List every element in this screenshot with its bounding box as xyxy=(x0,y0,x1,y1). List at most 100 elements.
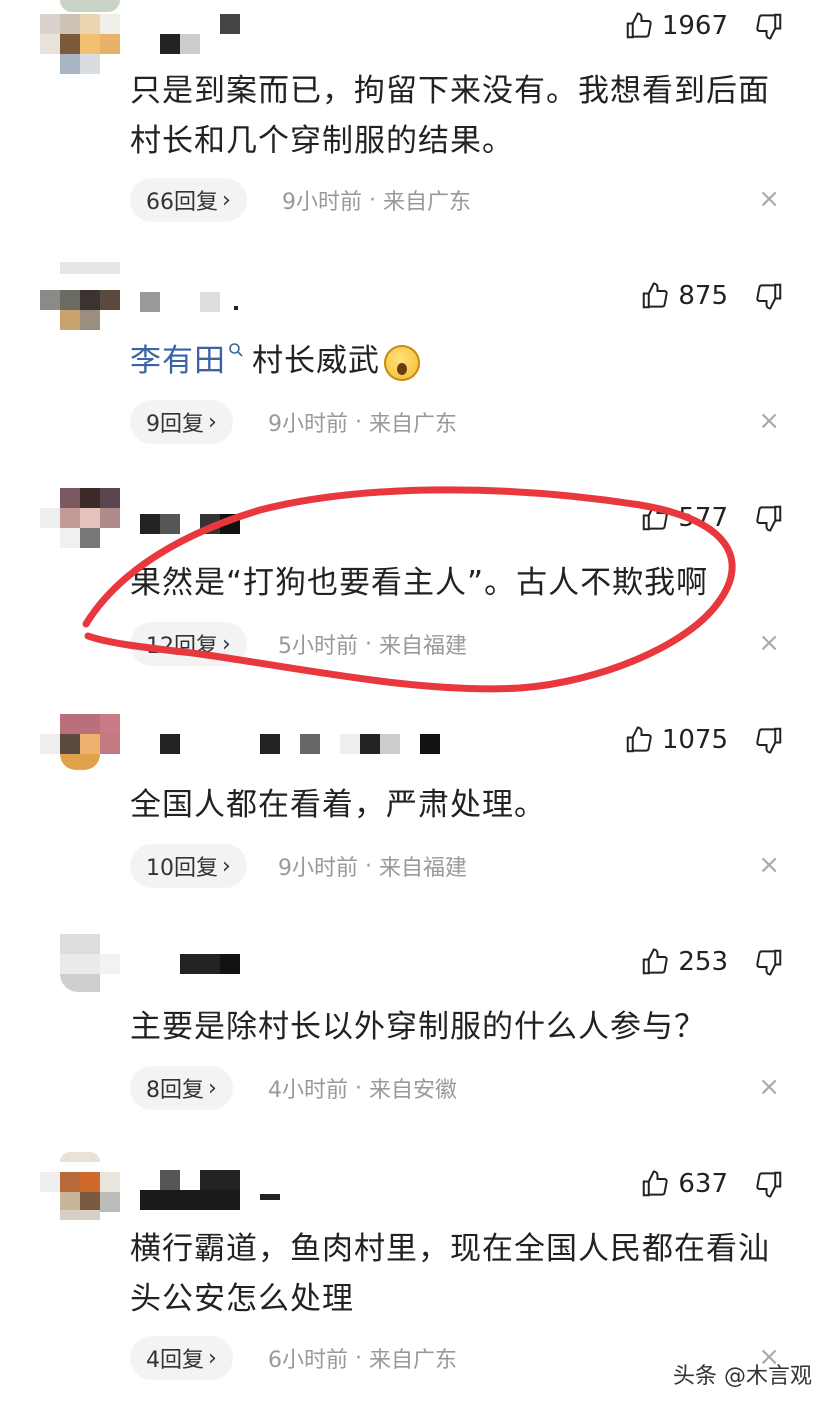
chevron-right-icon: › xyxy=(222,853,231,879)
comment-meta: 5小时前 · 来自福建 xyxy=(278,622,467,666)
username-redacted[interactable] xyxy=(140,514,250,536)
replies-button[interactable]: 10回复 › xyxy=(130,844,247,888)
comment-time: 5小时前 xyxy=(278,634,358,659)
comment-text: 主要是除村长以外穿制服的什么人参与？ xyxy=(130,1009,706,1045)
meta-separator: · xyxy=(365,631,372,657)
thumbs-down-icon xyxy=(756,1171,782,1198)
avatar[interactable] xyxy=(40,262,120,342)
comment-meta: 9小时前 · 来自福建 xyxy=(278,844,467,888)
chevron-right-icon: › xyxy=(222,187,231,213)
replies-count: 66回复 xyxy=(146,190,218,215)
comment-location: 来自广东 xyxy=(369,412,458,437)
shocked-emoji-icon xyxy=(384,344,420,381)
replies-count: 4回复 xyxy=(146,1348,204,1373)
like-button[interactable]: 1967 xyxy=(624,6,728,46)
dislike-button[interactable] xyxy=(754,11,784,45)
comment-meta: 6小时前 · 来自广东 xyxy=(268,1336,457,1380)
thumbs-up-icon xyxy=(643,282,669,309)
comment-location: 来自福建 xyxy=(379,856,468,881)
thumbs-down-icon xyxy=(756,13,782,40)
dislike-button[interactable] xyxy=(754,281,784,315)
replies-button[interactable]: 4回复 › xyxy=(130,1336,233,1380)
comment-location: 来自广东 xyxy=(383,190,472,215)
thumbs-down-icon xyxy=(756,949,782,976)
replies-button[interactable]: 8回复 › xyxy=(130,1066,233,1110)
watermark: 头条 @木言观 xyxy=(673,1364,812,1389)
username-redacted[interactable] xyxy=(140,14,250,54)
comment-location: 来自福建 xyxy=(379,634,468,659)
replies-count: 9回复 xyxy=(146,412,204,437)
thumbs-up-icon xyxy=(643,504,669,531)
comment-text: 横行霸道，鱼肉村里，现在全国人民都在看汕头公安怎么处理 xyxy=(130,1231,770,1317)
chevron-right-icon: › xyxy=(208,409,217,435)
dislike-button[interactable] xyxy=(754,725,784,759)
meta-separator: · xyxy=(355,409,362,435)
close-icon[interactable]: × xyxy=(758,406,780,436)
thumbs-up-icon xyxy=(626,726,652,753)
dislike-button[interactable] xyxy=(754,503,784,537)
like-count: 253 xyxy=(678,947,728,977)
thumbs-down-icon xyxy=(756,505,782,532)
replies-count: 12回复 xyxy=(146,634,218,659)
like-count: 875 xyxy=(678,281,728,311)
like-count: 1075 xyxy=(661,725,728,755)
comment-location: 来自广东 xyxy=(369,1348,458,1373)
like-count: 577 xyxy=(678,503,728,533)
meta-separator: · xyxy=(365,853,372,879)
avatar[interactable] xyxy=(40,714,120,794)
comment-meta: 9小时前 · 来自广东 xyxy=(268,400,457,444)
replies-count: 10回复 xyxy=(146,856,218,881)
comment-time: 9小时前 xyxy=(282,190,362,215)
comment-meta: 9小时前 · 来自广东 xyxy=(282,178,471,222)
comment-time: 6小时前 xyxy=(268,1348,348,1373)
chevron-right-icon: › xyxy=(208,1075,217,1101)
chevron-right-icon: › xyxy=(222,631,231,657)
comment-text: 果然是“打狗也要看主人”。古人不欺我啊 xyxy=(130,565,709,601)
comment-text: 全国人都在看着，严肃处理。 xyxy=(130,787,546,823)
comment-time: 9小时前 xyxy=(278,856,358,881)
thumbs-up-icon xyxy=(643,1170,669,1197)
meta-separator: · xyxy=(355,1075,362,1101)
avatar[interactable] xyxy=(40,488,120,568)
close-icon[interactable]: × xyxy=(758,628,780,658)
replies-button[interactable]: 66回复 › xyxy=(130,178,247,222)
meta-separator: · xyxy=(369,187,376,213)
close-icon[interactable]: × xyxy=(758,184,780,214)
dislike-button[interactable] xyxy=(754,1169,784,1203)
replies-count: 8回复 xyxy=(146,1078,204,1103)
like-button[interactable]: 875 xyxy=(640,276,728,316)
replies-button[interactable]: 12回复 › xyxy=(130,622,247,666)
mention-link[interactable]: 李有田 xyxy=(130,343,226,379)
like-button[interactable]: 577 xyxy=(640,498,728,538)
username-redacted[interactable] xyxy=(140,1170,280,1214)
chevron-right-icon: › xyxy=(208,1345,217,1371)
like-button[interactable]: 1075 xyxy=(624,720,728,760)
comment-body: 村长威武 xyxy=(252,343,380,379)
avatar[interactable] xyxy=(40,0,120,74)
close-icon[interactable]: × xyxy=(758,850,780,880)
meta-separator: · xyxy=(355,1345,362,1371)
avatar[interactable] xyxy=(40,934,120,1014)
comment-meta: 4小时前 · 来自安徽 xyxy=(268,1066,457,1110)
comment-location: 来自安徽 xyxy=(369,1078,458,1103)
like-count: 637 xyxy=(678,1169,728,1199)
comment-time: 9小时前 xyxy=(268,412,348,437)
like-count: 1967 xyxy=(661,11,728,41)
thumbs-down-icon xyxy=(756,283,782,310)
thumbs-down-icon xyxy=(756,727,782,754)
avatar[interactable] xyxy=(40,1152,120,1232)
replies-button[interactable]: 9回复 › xyxy=(130,400,233,444)
username-redacted[interactable] xyxy=(140,954,250,976)
username-redacted[interactable] xyxy=(140,734,440,756)
emoji-mouth xyxy=(397,362,407,375)
username-redacted[interactable] xyxy=(140,292,250,314)
comment-text: 李有田 村长威武 xyxy=(130,336,790,386)
like-button[interactable]: 253 xyxy=(640,942,728,982)
comment-time: 4小时前 xyxy=(268,1078,348,1103)
like-button[interactable]: 637 xyxy=(640,1164,728,1204)
thumbs-up-icon xyxy=(643,948,669,975)
search-icon[interactable] xyxy=(228,342,244,358)
dislike-button[interactable] xyxy=(754,947,784,981)
close-icon[interactable]: × xyxy=(758,1072,780,1102)
comment-text: 只是到案而已，拘留下来没有。我想看到后面村长和几个穿制服的结果。 xyxy=(130,73,770,159)
